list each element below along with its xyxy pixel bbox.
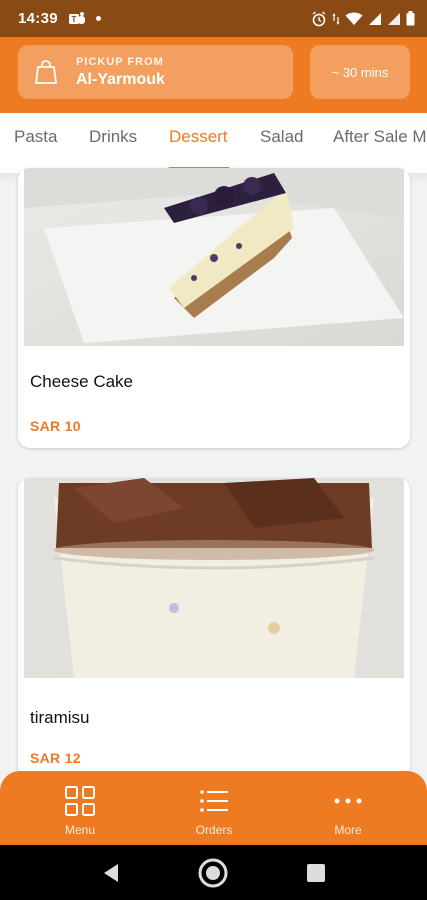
battery-icon	[406, 11, 415, 26]
nav-orders-label: Orders	[195, 823, 233, 837]
system-navigation-bar	[0, 845, 427, 900]
eta-button[interactable]: ~ 30 mins	[310, 45, 410, 99]
eta-label: ~ 30 mins	[331, 64, 389, 80]
shopping-bag-icon	[35, 60, 57, 84]
tab-after-sale[interactable]: After Sale M	[333, 127, 427, 147]
pickup-location-selector[interactable]: PICKUP FROM Al-Yarmouk	[18, 45, 293, 99]
tab-drinks[interactable]: Drinks	[89, 127, 137, 147]
app-header: PICKUP FROM Al-Yarmouk ~ 30 mins	[0, 37, 427, 113]
home-icon[interactable]	[197, 857, 229, 889]
category-tabs: Pasta Drinks Dessert Salad After Sale M	[0, 113, 427, 173]
product-price: SAR 10	[30, 418, 81, 434]
product-name: Cheese Cake	[30, 372, 134, 391]
list-icon	[200, 790, 228, 812]
tab-salad[interactable]: Salad	[260, 127, 303, 147]
product-name: tiramisu	[30, 708, 90, 727]
svg-text:T: T	[71, 15, 76, 24]
back-icon[interactable]	[100, 862, 122, 884]
tab-dessert[interactable]: Dessert	[169, 127, 228, 147]
signal-2-icon	[388, 12, 400, 25]
status-time: 14:39	[18, 10, 58, 27]
recents-icon[interactable]	[306, 863, 326, 883]
tiramisu-image	[24, 478, 404, 678]
product-card[interactable]: Cheese Cake SAR 10	[18, 168, 410, 448]
nav-more[interactable]: More	[303, 785, 393, 837]
more-dots-icon	[334, 798, 362, 804]
grid-icon	[65, 786, 95, 816]
nav-orders[interactable]: Orders	[169, 785, 259, 837]
data-arrows-icon	[332, 12, 340, 25]
cheese-cake-image	[24, 168, 404, 346]
pickup-location: Al-Yarmouk	[76, 70, 165, 88]
tab-pasta[interactable]: Pasta	[14, 127, 57, 147]
notification-dot-icon	[95, 16, 101, 21]
product-price: SAR 12	[30, 750, 81, 766]
product-card[interactable]: tiramisu SAR 12	[18, 478, 410, 778]
signal-icon	[369, 12, 381, 25]
teams-icon: T	[68, 11, 85, 24]
alarm-icon	[312, 10, 326, 26]
nav-menu-label: Menu	[64, 823, 96, 837]
bottom-navigation: Menu Orders More	[0, 771, 427, 845]
nav-menu[interactable]: Menu	[35, 785, 125, 837]
status-bar: 14:39 T	[0, 0, 427, 37]
pickup-label: PICKUP FROM	[76, 55, 164, 68]
nav-more-label: More	[334, 823, 362, 837]
wifi-icon	[345, 12, 363, 25]
